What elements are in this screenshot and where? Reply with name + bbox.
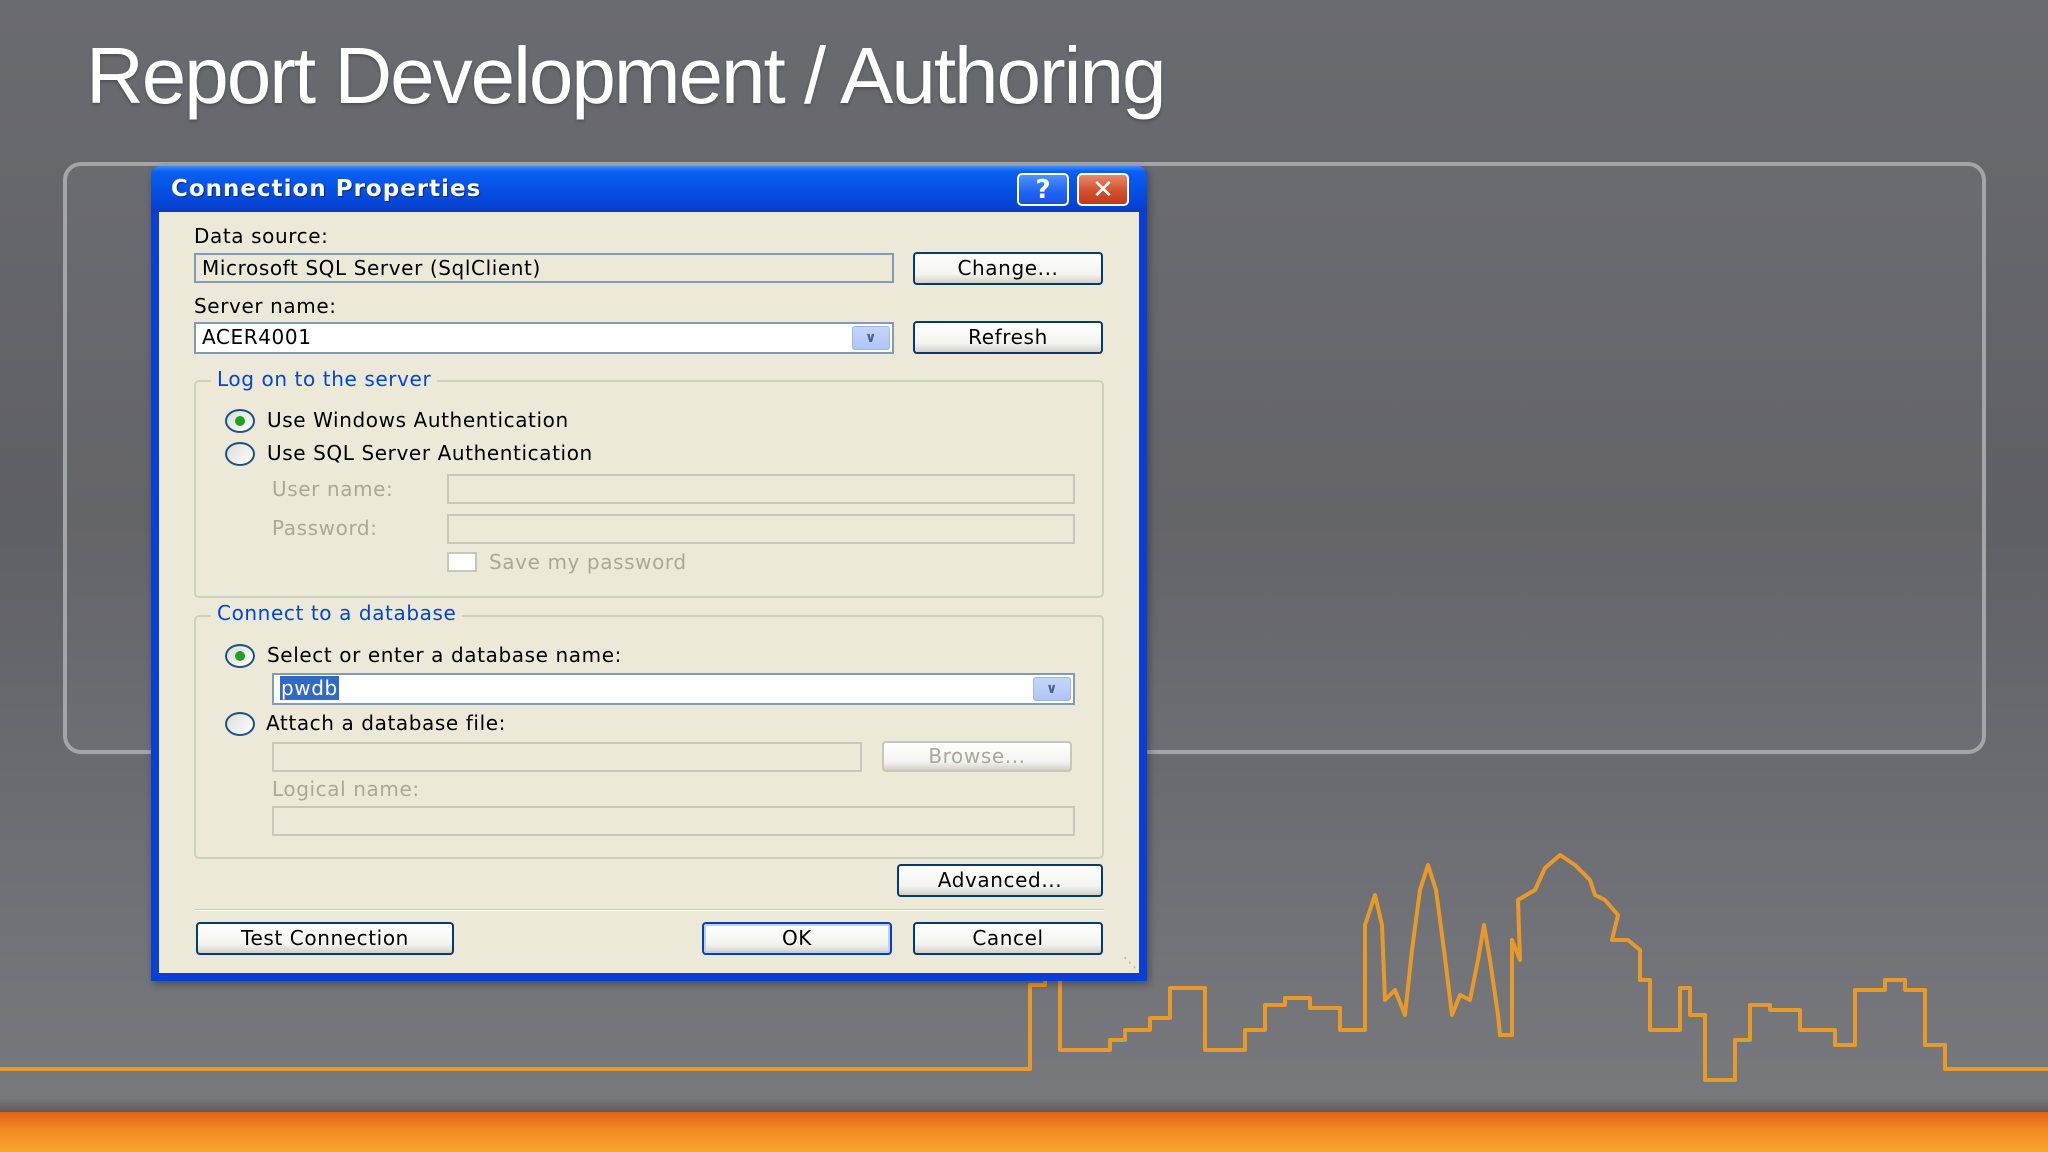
data-source-field: Microsoft SQL Server (SqlClient) [194, 253, 894, 283]
logon-group-title: Log on to the server [211, 367, 438, 391]
select-database-radio[interactable] [225, 644, 255, 668]
bottom-separator [194, 909, 1104, 911]
close-icon: ✕ [1092, 174, 1114, 205]
server-name-label: Server name: [194, 294, 337, 318]
database-name-value: pwdb [280, 676, 339, 700]
help-button[interactable]: ? [1017, 173, 1069, 206]
dialog-titlebar[interactable]: Connection Properties ? ✕ [151, 166, 1147, 212]
database-file-input[interactable] [272, 742, 862, 772]
bottom-orange-bar [0, 1112, 2048, 1152]
ok-button[interactable]: OK [702, 922, 892, 955]
dialog-title: Connection Properties [171, 176, 482, 202]
resize-grip-icon[interactable]: ⋱ [1123, 955, 1137, 971]
logical-name-input[interactable] [272, 806, 1075, 836]
connection-properties-dialog: Connection Properties ? ✕ Data source: M… [151, 166, 1147, 981]
chevron-down-icon[interactable]: ∨ [1033, 677, 1071, 701]
password-label: Password: [272, 516, 378, 540]
password-input[interactable] [447, 514, 1075, 544]
test-connection-button[interactable]: Test Connection [196, 922, 454, 955]
windows-auth-label[interactable]: Use Windows Authentication [267, 408, 569, 432]
cancel-button[interactable]: Cancel [913, 922, 1103, 955]
server-name-value: ACER4001 [202, 325, 312, 349]
attach-database-radio[interactable] [225, 712, 255, 736]
save-password-checkbox[interactable] [447, 552, 477, 572]
database-group-title: Connect to a database [211, 601, 463, 625]
server-name-combobox[interactable]: ACER4001 ∨ [194, 322, 894, 354]
user-name-label: User name: [272, 477, 394, 501]
attach-database-label[interactable]: Attach a database file: [266, 711, 506, 735]
advanced-button[interactable]: Advanced... [897, 864, 1103, 897]
database-name-combobox[interactable]: pwdb ∨ [272, 673, 1075, 705]
refresh-button[interactable]: Refresh [913, 321, 1103, 354]
logical-name-label: Logical name: [272, 777, 420, 801]
chevron-down-icon[interactable]: ∨ [852, 326, 890, 350]
change-button[interactable]: Change... [913, 252, 1103, 285]
save-password-label: Save my password [489, 550, 687, 574]
sql-auth-label[interactable]: Use SQL Server Authentication [267, 441, 593, 465]
data-source-label: Data source: [194, 224, 329, 248]
sql-auth-radio[interactable] [225, 442, 255, 466]
help-icon: ? [1035, 174, 1051, 205]
windows-auth-radio[interactable] [225, 409, 255, 433]
user-name-input[interactable] [447, 474, 1075, 504]
dialog-body: Data source: Microsoft SQL Server (SqlCl… [159, 212, 1139, 973]
browse-button[interactable]: Browse... [882, 741, 1072, 772]
slide-title: Report Development / Authoring [86, 31, 1166, 120]
select-database-label[interactable]: Select or enter a database name: [267, 643, 622, 667]
close-button[interactable]: ✕ [1077, 173, 1129, 206]
